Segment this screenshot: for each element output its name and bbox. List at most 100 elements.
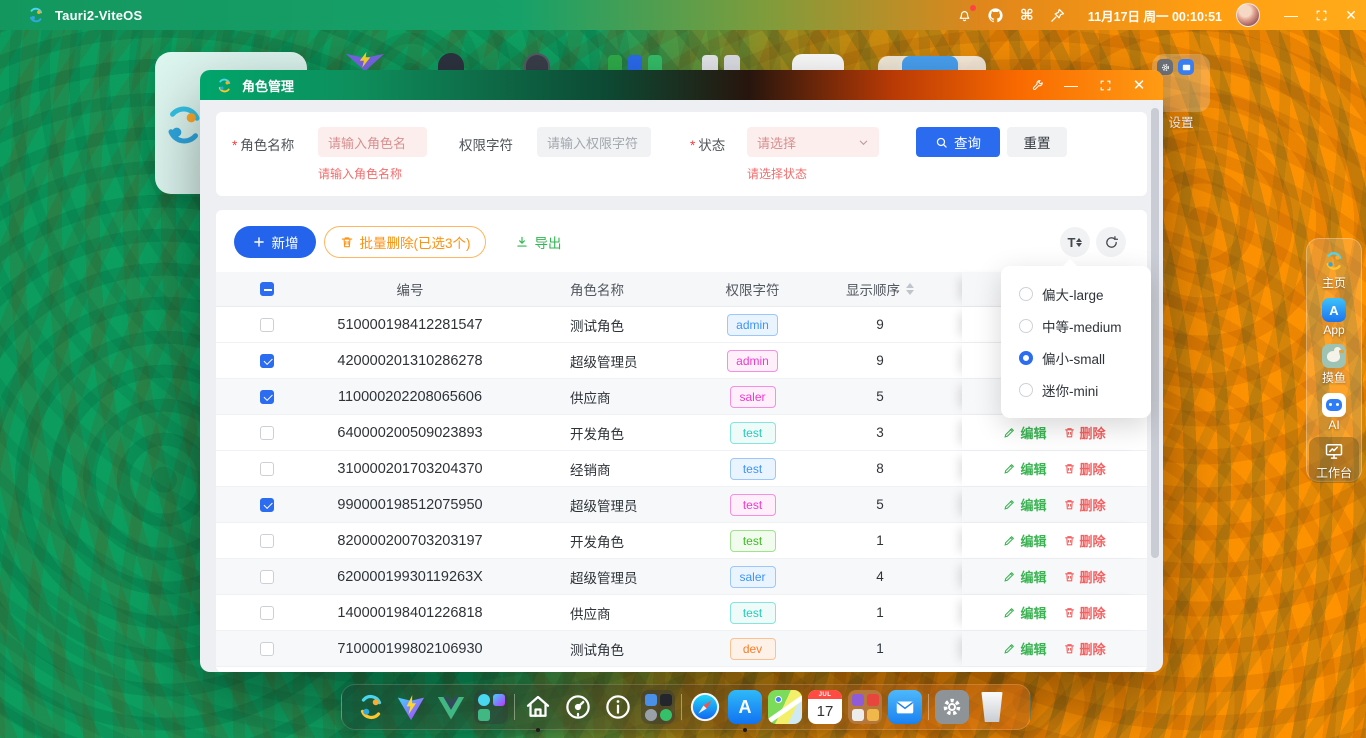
refresh-button[interactable] <box>1096 227 1126 257</box>
users-desktop-icon[interactable] <box>702 55 718 70</box>
table-row[interactable]: 140000198401226818 供应商 test 1 编辑删除 <box>216 595 1147 631</box>
row-checkbox[interactable] <box>260 498 274 512</box>
edit-button[interactable]: 编辑 <box>1003 603 1046 622</box>
devtools-wrench-icon[interactable] <box>1027 75 1047 95</box>
info-dock-icon[interactable] <box>601 690 635 724</box>
sidebar-item-ai[interactable]: AI <box>1309 391 1359 434</box>
desktop-icon[interactable] <box>792 54 844 70</box>
table-row[interactable]: 990000198512075950 超级管理员 test 5 编辑删除 <box>216 487 1147 523</box>
row-checkbox[interactable] <box>260 462 274 476</box>
status-select[interactable]: 请选择 <box>747 127 879 157</box>
desktop-icon[interactable] <box>648 55 662 70</box>
dev-apps-group-icon[interactable] <box>474 690 508 724</box>
app-store-dock-icon[interactable]: A <box>728 690 762 724</box>
command-icon[interactable]: ⌘ <box>1018 6 1036 24</box>
role-name-input[interactable]: 请输入角色名 <box>318 127 427 157</box>
scrollbar-thumb[interactable] <box>1151 108 1159 558</box>
pin-icon[interactable] <box>1049 6 1067 24</box>
vue-dock-icon[interactable] <box>434 690 468 724</box>
close-button[interactable]: ✕ <box>1336 0 1366 30</box>
role-id: 140000198401226818 <box>300 605 520 621</box>
header-perm[interactable]: 权限字符 <box>690 279 815 299</box>
window-scrollbar[interactable] <box>1151 102 1159 670</box>
desktop-icon[interactable] <box>902 56 958 70</box>
desktop-icon[interactable] <box>608 55 622 70</box>
clock[interactable]: 11月17日 周一 00:10:51 <box>1088 6 1222 25</box>
menu-item-mini[interactable]: 迷你-mini <box>1001 374 1151 406</box>
menu-item-large[interactable]: 偏大-large <box>1001 278 1151 310</box>
menu-item-medium[interactable]: 中等-medium <box>1001 310 1151 342</box>
table-row[interactable]: 820000200703203197 开发角色 test 1 编辑删除 <box>216 523 1147 559</box>
sidebar-item-home[interactable]: 主页 <box>1309 247 1359 293</box>
row-checkbox[interactable] <box>260 390 274 404</box>
table-row[interactable]: 640000200509023893 开发角色 test 3 编辑删除 <box>216 415 1147 451</box>
delete-button[interactable]: 删除 <box>1063 531 1106 550</box>
edit-button[interactable]: 编辑 <box>1003 423 1046 442</box>
desktop-icon[interactable] <box>628 55 642 70</box>
trash-dock-icon[interactable] <box>975 690 1009 724</box>
utility-apps-group-icon[interactable] <box>641 690 675 724</box>
home-dock-icon[interactable] <box>521 690 555 724</box>
delete-button[interactable]: 删除 <box>1063 423 1106 442</box>
sidebar-label: AI <box>1328 418 1339 432</box>
row-checkbox[interactable] <box>260 534 274 548</box>
row-checkbox[interactable] <box>260 318 274 332</box>
edit-button[interactable]: 编辑 <box>1003 459 1046 478</box>
edit-button[interactable]: 编辑 <box>1003 531 1046 550</box>
font-size-button[interactable]: T <box>1060 227 1090 257</box>
window-minimize-button[interactable]: — <box>1061 75 1081 95</box>
window-maximize-button[interactable] <box>1095 75 1115 95</box>
row-checkbox[interactable] <box>260 606 274 620</box>
maps-dock-icon[interactable] <box>768 690 802 724</box>
window-titlebar[interactable]: 角色管理 — ✕ <box>200 70 1163 100</box>
row-checkbox[interactable] <box>260 570 274 584</box>
delete-button[interactable]: 删除 <box>1063 603 1106 622</box>
user-avatar[interactable] <box>1236 3 1260 27</box>
search-button[interactable]: 查询 <box>916 127 1000 157</box>
row-checkbox[interactable] <box>260 642 274 656</box>
select-all-checkbox[interactable] <box>260 282 274 296</box>
sidebar-item-workbench[interactable]: 工作台 <box>1309 437 1359 483</box>
calendar-dock-icon[interactable]: JUL 17 <box>808 690 842 724</box>
users-desktop-icon[interactable] <box>724 55 740 70</box>
reset-button[interactable]: 重置 <box>1007 127 1067 157</box>
add-button[interactable]: 新增 <box>234 226 316 258</box>
delete-button[interactable]: 删除 <box>1063 639 1106 658</box>
batch-delete-button[interactable]: 批量删除(已选3个) <box>324 226 486 258</box>
radio-icon <box>1019 319 1033 333</box>
minimize-button[interactable]: — <box>1276 0 1306 30</box>
calendar-month: JUL <box>808 690 842 699</box>
perm-char-input[interactable]: 请输入权限字符 <box>537 127 651 157</box>
tauri-dock-icon[interactable] <box>354 690 388 724</box>
notifications-bell-icon[interactable] <box>956 6 974 24</box>
delete-button[interactable]: 删除 <box>1063 495 1106 514</box>
edit-button[interactable]: 编辑 <box>1003 567 1046 586</box>
table-row[interactable]: 310000201703204370 经销商 test 8 编辑删除 <box>216 451 1147 487</box>
edit-button[interactable]: 编辑 <box>1003 639 1046 658</box>
safari-dock-icon[interactable] <box>688 690 722 724</box>
sidebar-item-moyu[interactable]: 摸鱼 <box>1309 342 1359 388</box>
window-close-button[interactable]: ✕ <box>1129 75 1149 95</box>
header-order[interactable]: 显示顺序 <box>815 279 945 299</box>
table-row[interactable]: 62000019930119263X 超级管理员 saler 4 编辑删除 <box>216 559 1147 595</box>
sidebar-item-app[interactable]: A App <box>1309 296 1359 339</box>
vite-desktop-icon[interactable] <box>344 52 386 70</box>
fullscreen-button[interactable] <box>1306 0 1336 30</box>
settings-dock-icon[interactable] <box>935 690 969 724</box>
delete-button[interactable]: 删除 <box>1063 459 1106 478</box>
vite-dock-icon[interactable] <box>394 690 428 724</box>
mail-dock-icon[interactable] <box>888 690 922 724</box>
header-id[interactable]: 编号 <box>300 279 520 299</box>
row-checkbox[interactable] <box>260 354 274 368</box>
media-apps-group-icon[interactable] <box>848 690 882 724</box>
edit-button[interactable]: 编辑 <box>1003 495 1046 514</box>
menu-item-small[interactable]: 偏小-small <box>1001 342 1151 374</box>
delete-button[interactable]: 删除 <box>1063 567 1106 586</box>
table-row[interactable]: 710000199802106930 测试角色 dev 1 编辑删除 <box>216 631 1147 667</box>
sort-icon[interactable] <box>906 283 914 295</box>
row-checkbox[interactable] <box>260 426 274 440</box>
export-button[interactable]: 导出 <box>506 226 570 258</box>
dashboard-dock-icon[interactable] <box>561 690 595 724</box>
github-icon[interactable] <box>987 6 1005 24</box>
header-name[interactable]: 角色名称 <box>520 279 690 299</box>
